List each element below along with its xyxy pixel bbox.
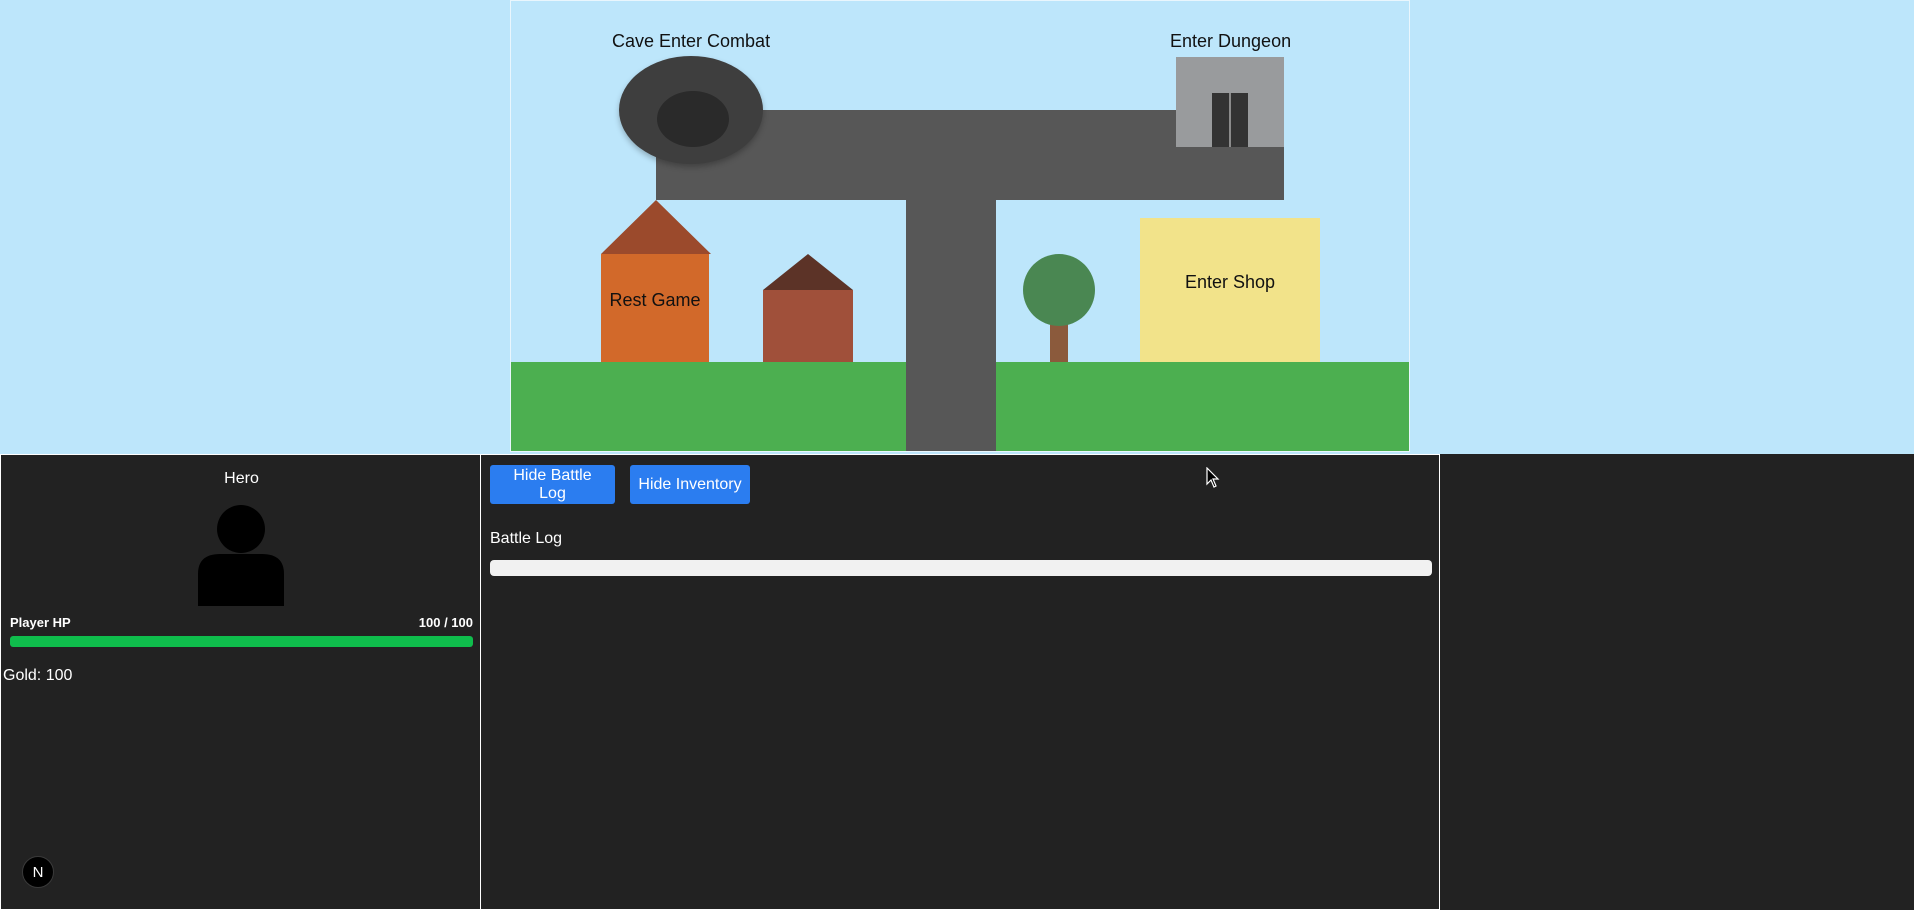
n-badge-button[interactable]: N: [22, 856, 54, 888]
dungeon-door: [1212, 93, 1248, 147]
game-screen: Cave Enter Combat Enter Dungeon Rest Gam…: [0, 0, 1914, 910]
small-house-roof: [763, 254, 853, 290]
rest-house-roof: [601, 200, 711, 254]
tree-canopy: [1023, 254, 1095, 326]
cave-label: Cave Enter Combat: [612, 31, 771, 51]
hp-value: 100 / 100: [418, 615, 473, 630]
hp-row: Player HP 100 / 100: [10, 615, 473, 630]
dungeon-label: Enter Dungeon: [1170, 31, 1292, 51]
hp-bar: [10, 636, 473, 647]
hp-bar-fill: [10, 636, 473, 647]
right-panel: [1440, 454, 1914, 910]
road-vertical: [906, 200, 996, 451]
shop-label: Enter Shop: [1184, 272, 1276, 292]
small-house: [763, 290, 853, 362]
rest-label: Rest Game: [609, 290, 701, 310]
cave-entrance[interactable]: [619, 56, 763, 164]
user-silhouette-icon: [198, 505, 284, 606]
hide-battle-log-button[interactable]: Hide Battle Log: [490, 465, 615, 504]
player-name: Hero: [224, 470, 259, 487]
player-panel: Hero Player HP 100 / 100 Gold: 100 N: [0, 454, 481, 910]
hp-label: Player HP: [10, 615, 71, 630]
hide-inventory-button[interactable]: Hide Inventory: [630, 465, 750, 504]
gold-display: Gold: 100: [3, 667, 73, 684]
battle-log-list[interactable]: [490, 560, 1432, 576]
center-panel: Hide Battle Log Hide Inventory Battle Lo…: [480, 454, 1440, 910]
shop-building[interactable]: Enter Shop: [1140, 218, 1320, 362]
town-scene: Cave Enter Combat Enter Dungeon Rest Gam…: [510, 0, 1410, 452]
rest-house[interactable]: Rest Game: [601, 254, 709, 362]
battle-log-title: Battle Log: [490, 530, 563, 547]
